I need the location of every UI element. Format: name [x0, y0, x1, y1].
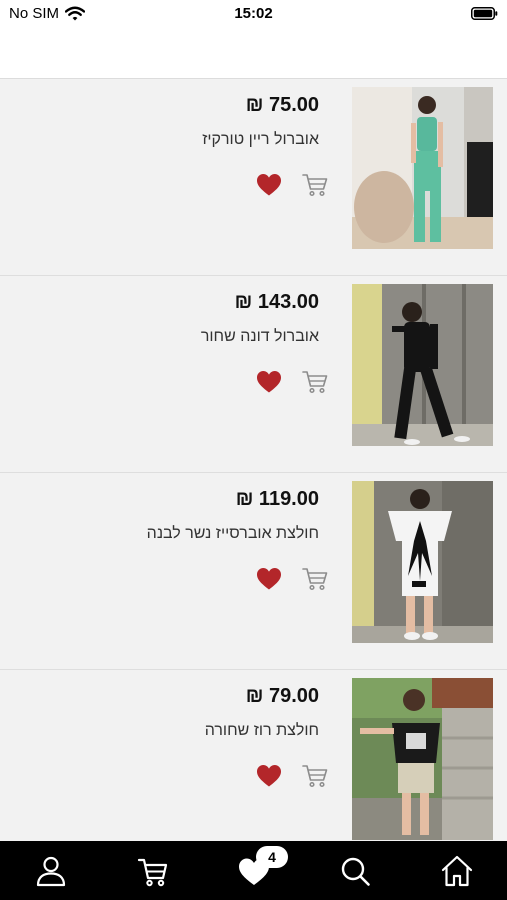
product-image[interactable] — [352, 284, 493, 446]
product-image[interactable] — [352, 87, 493, 249]
product-price: ₪ 143.00 — [234, 291, 319, 313]
add-to-cart-icon[interactable] — [302, 370, 328, 394]
product-price: ₪ 119.00 — [235, 488, 319, 510]
cart-icon[interactable] — [136, 854, 170, 888]
add-to-cart-icon[interactable] — [302, 764, 328, 788]
favorite-heart-icon[interactable] — [256, 173, 282, 197]
favorite-heart-icon[interactable] — [256, 567, 282, 591]
product-name[interactable]: אוברול דונה שחור — [201, 328, 319, 346]
product-price: ₪ 75.00 — [245, 94, 319, 116]
product-price: ₪ 79.00 — [245, 685, 319, 707]
search-icon[interactable] — [338, 854, 372, 888]
favorites-count-badge: 4 — [256, 846, 288, 868]
product-image[interactable] — [352, 481, 493, 643]
add-to-cart-icon[interactable] — [302, 173, 328, 197]
status-time: 15:02 — [234, 5, 273, 22]
product-card[interactable]: ₪ 75.00 אוברול ריין טורקיז — [0, 79, 507, 276]
bottom-nav — [0, 841, 507, 900]
product-image[interactable] — [352, 678, 493, 840]
product-list[interactable]: ₪ 75.00 אוברול ריין טורקיז ₪ 143.00 אובר… — [0, 79, 507, 841]
add-to-cart-icon[interactable] — [302, 567, 328, 591]
product-card[interactable]: ₪ 119.00 חולצת אוברסייז נשר לבנה — [0, 473, 507, 670]
status-bar: No SIM 15:02 — [0, 0, 507, 28]
battery-icon — [471, 7, 498, 20]
favorite-heart-icon[interactable] — [256, 764, 282, 788]
user-icon[interactable] — [34, 854, 68, 888]
product-card[interactable]: ₪ 79.00 חולצת רוז שחורה — [0, 670, 507, 841]
product-card[interactable]: ₪ 143.00 אוברול דונה שחור — [0, 276, 507, 473]
favorite-heart-icon[interactable] — [256, 370, 282, 394]
product-name[interactable]: חולצת אוברסייז נשר לבנה — [147, 525, 319, 543]
product-name[interactable]: חולצת רוז שחורה — [205, 722, 319, 740]
home-icon[interactable] — [440, 854, 474, 888]
product-name[interactable]: אוברול ריין טורקיז — [202, 131, 319, 149]
top-header — [0, 28, 507, 79]
